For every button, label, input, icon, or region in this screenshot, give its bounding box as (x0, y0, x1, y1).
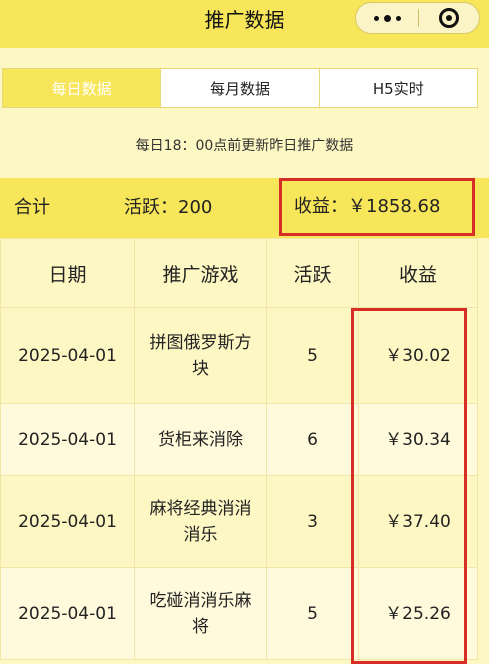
cell-game: 拼图俄罗斯方块 (134, 307, 267, 404)
cell-active: 5 (266, 307, 359, 404)
table-header-row: 日期 推广游戏 活跃 收益 (0, 238, 478, 308)
summary-active: 活跃：200 (124, 197, 213, 218)
more-dots-icon[interactable] (356, 3, 418, 33)
update-notice: 每日18：00点前更新昨日推广数据 (135, 138, 354, 154)
summary-income-highlight: 收益：￥1858.68 (279, 178, 475, 236)
cell-active: 6 (266, 403, 359, 476)
header-active: 活跃 (266, 238, 359, 308)
tab-daily[interactable]: 每日数据 (3, 69, 161, 107)
cell-date: 2025-04-01 (0, 403, 135, 476)
summary-income: 收益：￥1858.68 (294, 196, 441, 217)
tab-bar: 每日数据 每月数据 H5实时 (2, 68, 478, 108)
cell-date: 2025-04-01 (0, 307, 135, 404)
tab-h5-realtime[interactable]: H5实时 (318, 69, 477, 107)
capsule-divider (418, 9, 419, 27)
cell-active: 3 (266, 475, 359, 568)
mini-program-capsule (355, 2, 480, 34)
header-income: 收益 (358, 238, 478, 308)
header-game: 推广游戏 (134, 238, 267, 308)
income-column-highlight (351, 308, 467, 664)
cell-active: 5 (266, 567, 359, 660)
summary-total-label: 合计 (14, 197, 50, 218)
close-circle-icon[interactable] (439, 8, 459, 28)
cell-date: 2025-04-01 (0, 567, 135, 660)
cell-game: 货柜来消除 (134, 403, 267, 476)
cell-date: 2025-04-01 (0, 475, 135, 568)
cell-game: 吃碰消消乐麻将 (134, 567, 267, 660)
cell-game: 麻将经典消消消乐 (134, 475, 267, 568)
top-bar: 推广数据 (0, 0, 489, 48)
tab-monthly[interactable]: 每月数据 (160, 69, 319, 107)
header-date: 日期 (0, 238, 135, 308)
